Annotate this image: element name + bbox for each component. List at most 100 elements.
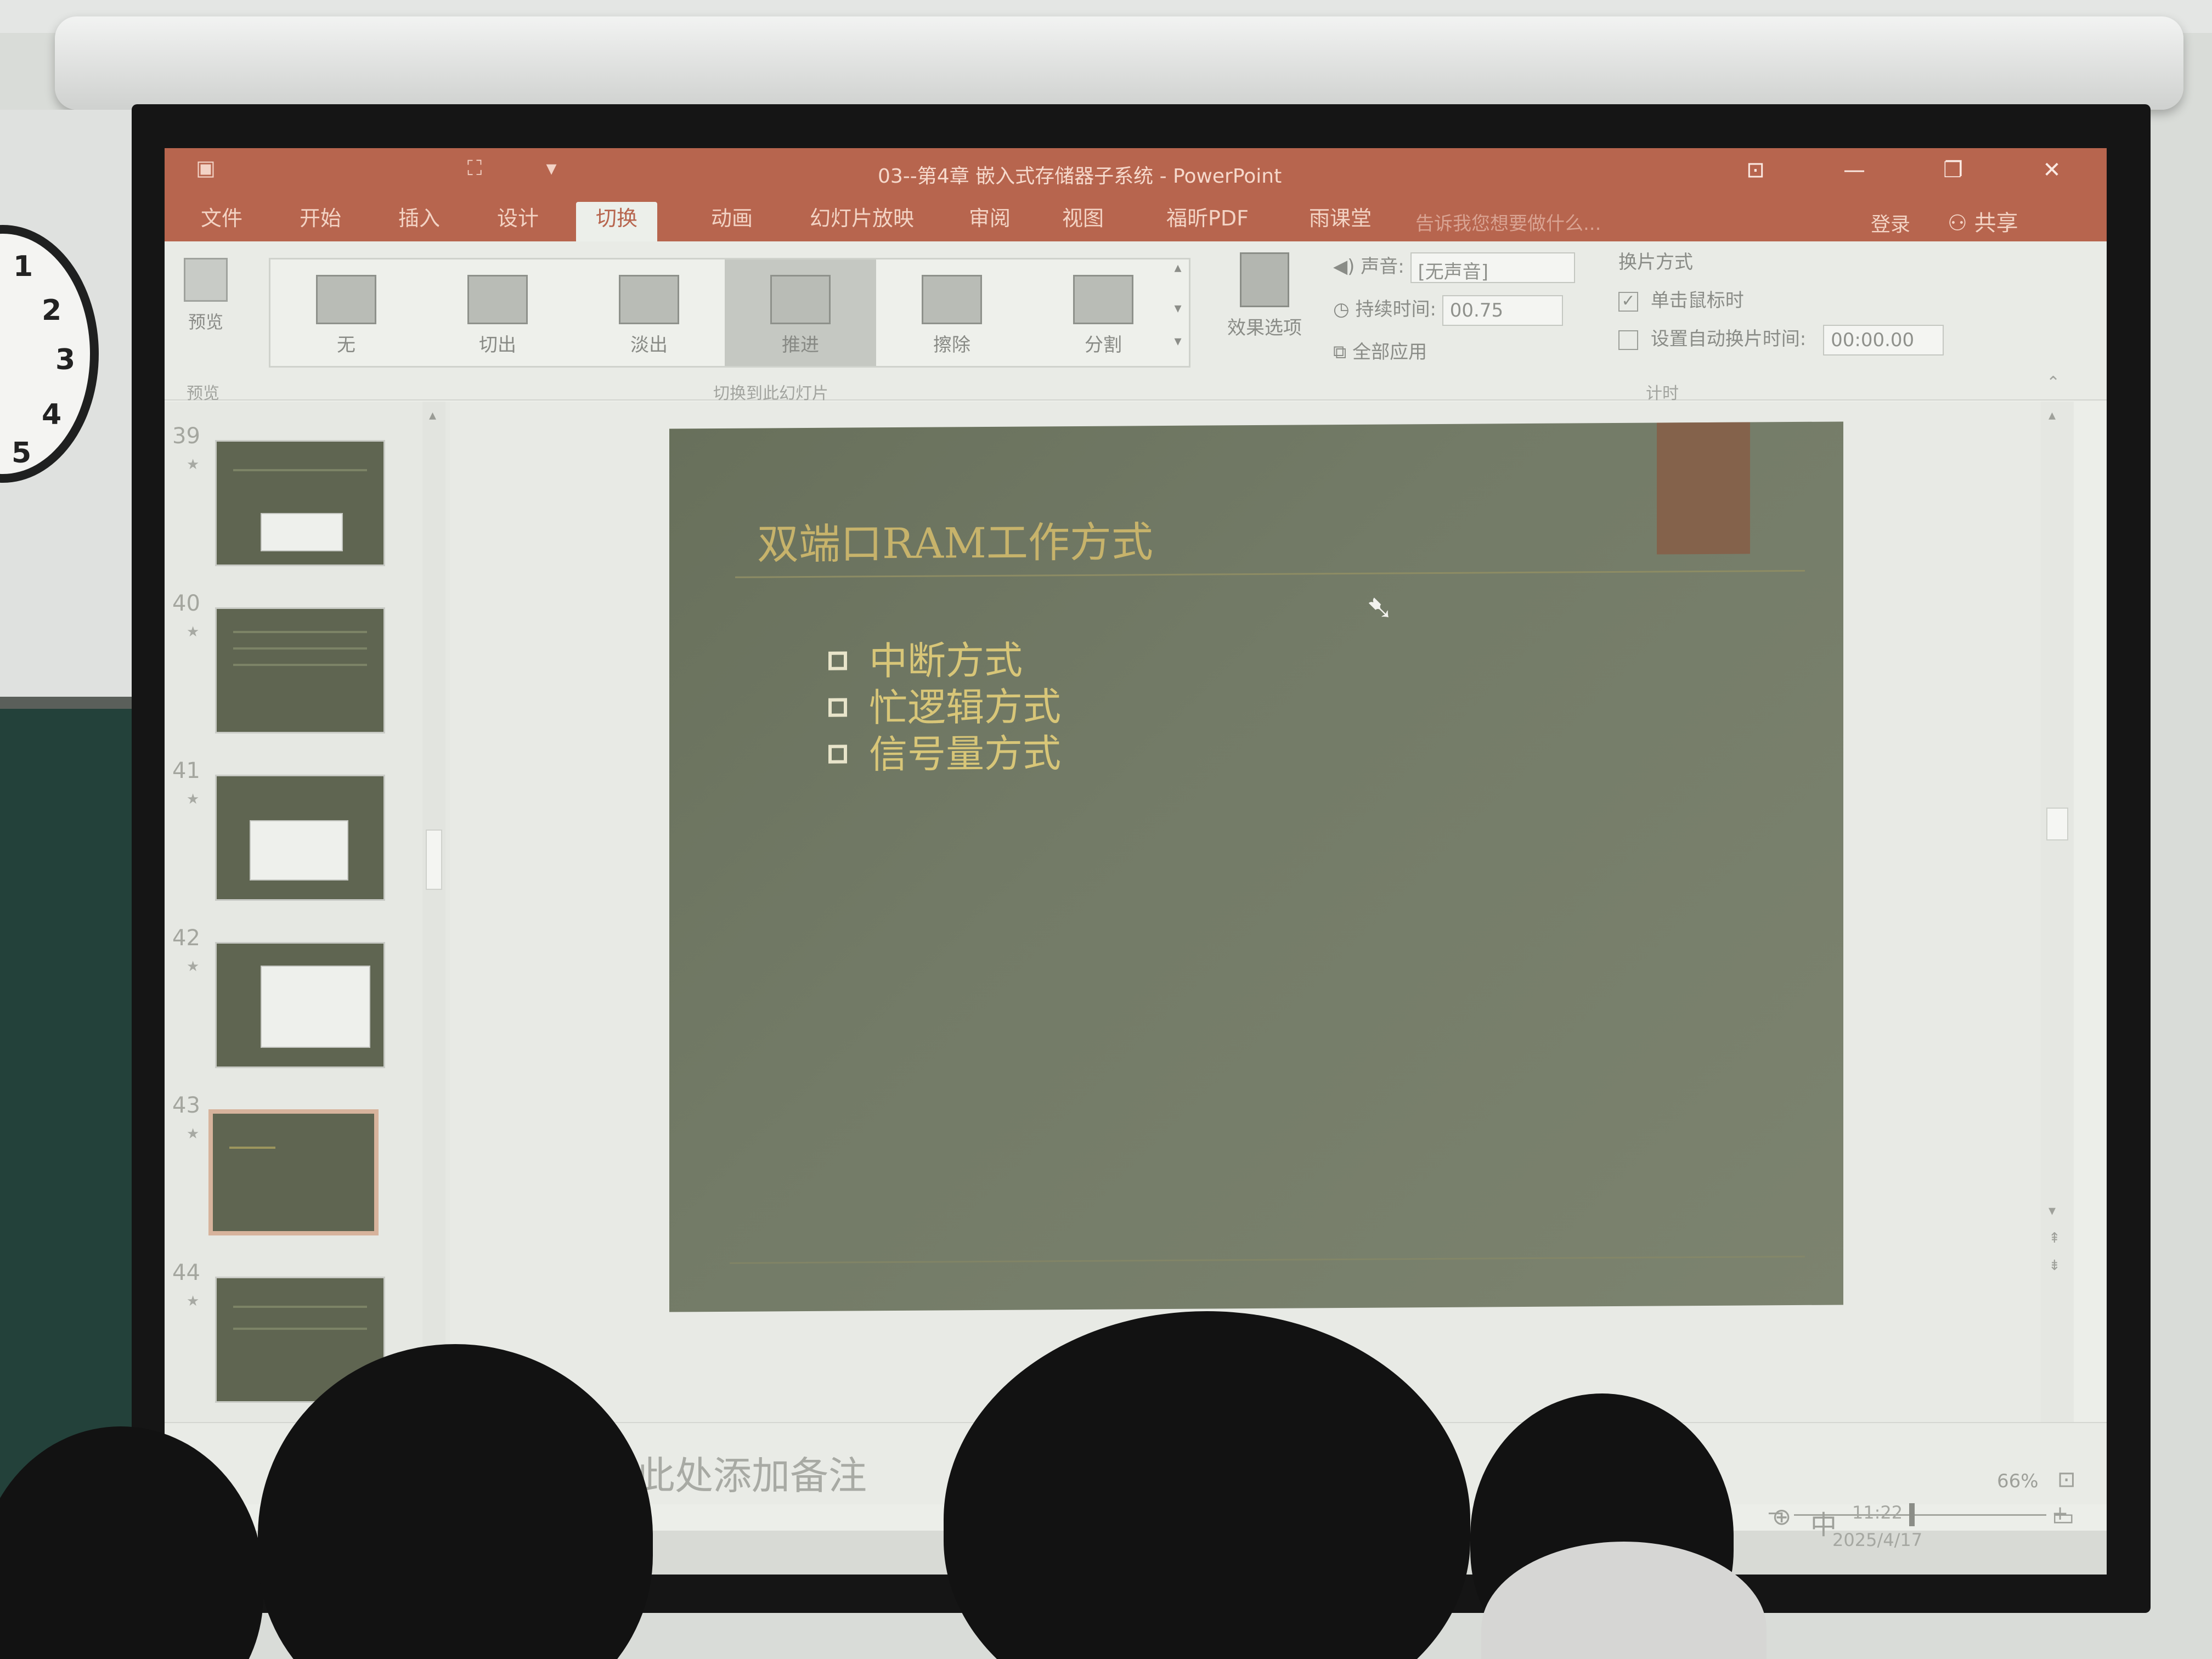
slide-thumbnail-current[interactable] [208,1109,379,1235]
next-slide-icon[interactable]: ⇟ [2049,1257,2061,1274]
chevron-down-icon[interactable]: ▾ [2049,1203,2056,1219]
close-button[interactable]: ✕ [2019,155,2085,185]
thumb-figure [261,513,343,551]
apply-all-button[interactable]: ⧉ 全部应用 [1333,337,1427,364]
duration-input[interactable]: 00.75 [1442,295,1563,326]
tab-file[interactable]: 文件 [181,202,262,241]
chevron-up-icon[interactable]: ▴ [429,407,436,424]
tell-me-search[interactable]: 告诉我您想要做什么... [1415,208,1601,235]
on-click-checkbox[interactable]: ✓ [1618,291,1638,312]
animation-star-icon: ★ [187,624,200,640]
square-bullet-icon [828,698,847,717]
transition-label: 擦除 [933,334,970,356]
tab-foxit-pdf[interactable]: 福昕PDF [1147,202,1268,241]
ribbon-display-icon[interactable]: ⊡ [1723,155,1788,185]
title-bar: ▣ ⛶ ▾ 03--第4章 嵌入式存储器子系统 - PowerPoint ⊡ —… [165,148,2107,192]
slide-thumbnail[interactable] [215,440,385,566]
sound-select[interactable]: [无声音] [1410,252,1575,283]
effect-options-button[interactable]: 效果选项 [1218,252,1311,340]
square-bullet-icon [828,744,847,764]
save-icon[interactable]: ▣ [192,156,219,183]
tab-transitions[interactable]: 切换 [576,202,658,241]
thumb-text-line [233,1328,367,1330]
on-click-row[interactable]: ✓ 单击鼠标时 [1618,285,1744,312]
projector-screen-case [55,16,2183,110]
slide-number: 39 [172,424,200,449]
transition-split[interactable]: 分割 [1028,259,1179,366]
current-slide[interactable]: 双端口RAM工作方式 中断方式 忙逻辑方式 信号量方式 ➷ [669,421,1843,1312]
transition-label: 分割 [1085,334,1122,356]
transition-wipe[interactable]: 擦除 [876,259,1028,366]
share-button[interactable]: ⚇ 共享 [1948,205,2018,237]
clock-number: 5 [12,437,32,470]
clock-number: 2 [42,294,62,327]
tab-rain-classroom[interactable]: 雨课堂 [1289,202,1391,241]
transition-none[interactable]: 无 [270,259,422,366]
slide-number: 40 [172,591,200,616]
bullet-item[interactable]: 信号量方式 [828,723,1061,780]
after-time-input[interactable]: 00:00.00 [1823,324,1944,356]
clock-number: 4 [42,398,62,431]
transition-split-icon [1073,275,1133,324]
tab-design[interactable]: 设计 [477,202,558,241]
slide-number: 42 [172,926,200,951]
ribbon-transitions: 预览 预览 无 切出 淡出 推进 擦除 分割 ▴ ▾ ▾ 切换到此幻灯片 效果选… [165,241,2107,403]
collapse-ribbon-icon[interactable]: ⌃ [2046,373,2060,392]
sign-in-link[interactable]: 登录 [1871,208,1910,237]
slide-decoration [1657,422,1750,555]
tab-insert[interactable]: 插入 [379,202,460,241]
chevron-up-icon[interactable]: ▴ [1167,259,1189,276]
animation-star-icon: ★ [187,456,200,473]
effect-options-label: 效果选项 [1227,317,1302,339]
transition-group-label: 切换到此幻灯片 [713,384,828,403]
square-bullet-icon [828,651,847,670]
taskbar-clock[interactable]: 11:22 2025/4/17 [1832,1499,1922,1554]
transition-label: 淡出 [630,334,668,356]
scroll-thumb[interactable] [2046,808,2068,840]
customize-qat-icon[interactable]: ▾ [538,156,565,183]
slide-title[interactable]: 双端口RAM工作方式 [757,508,1153,571]
tab-review[interactable]: 审阅 [949,202,1030,241]
slide-thumbnail[interactable] [215,775,385,901]
slide-number: 43 [172,1093,200,1118]
thumb-text-line [233,664,367,666]
thumbnails-scrollbar[interactable]: ▴ [422,402,445,1422]
start-from-beginning-icon[interactable]: ⛶ [461,156,488,183]
gallery-scroll[interactable]: ▴ ▾ ▾ [1167,259,1189,366]
advance-slide-label: 换片方式 [1618,251,1693,273]
notification-icon[interactable]: ▭ [2052,1503,2075,1531]
thumb-figure [250,820,348,881]
transition-fade[interactable]: 淡出 [573,259,725,366]
sound-row: ◀) 声音: [无声音] [1333,251,1575,283]
title-underline [735,569,1805,578]
gallery-more-icon[interactable]: ▾ [1167,333,1189,349]
tab-animations[interactable]: 动画 [691,202,772,241]
slide-thumbnails-pane: 39 ★ 40 ★ 41 ★ 42 ★ 43 ★ 44 ★ ▴ [165,402,450,1422]
preview-group-label: 预览 [187,384,219,403]
tab-view[interactable]: 视图 [1042,202,1124,241]
slide-thumbnail[interactable] [215,607,385,733]
preview-button[interactable]: 预览 [176,258,236,351]
tab-slideshow[interactable]: 幻灯片放映 [790,202,934,241]
minimize-button[interactable]: — [1821,155,1887,185]
transition-fade-icon [619,275,679,324]
sound-label: 声音: [1361,256,1404,278]
tab-home[interactable]: 开始 [280,202,361,241]
chevron-down-icon[interactable]: ▾ [1167,300,1189,317]
network-icon[interactable]: ⊕ [1772,1503,1791,1530]
transition-cut[interactable]: 切出 [422,259,573,366]
editor-scrollbar[interactable]: ▴ ▾ ⇞ ⇟ [2041,402,2074,1422]
fit-slide-icon[interactable]: ⊡ [2057,1467,2076,1492]
zoom-level[interactable]: 66% [1997,1470,2039,1492]
restore-button[interactable]: ❐ [1920,155,1986,185]
transition-push[interactable]: 推进 [725,259,876,366]
slide-thumbnail[interactable] [215,942,385,1068]
animation-star-icon: ★ [187,958,200,975]
animation-star-icon: ★ [187,1293,200,1310]
scroll-thumb[interactable] [426,830,442,890]
after-checkbox[interactable] [1618,330,1638,350]
taskbar-date: 2025/4/17 [1832,1530,1923,1550]
previous-slide-icon[interactable]: ⇞ [2049,1230,2061,1246]
chevron-up-icon[interactable]: ▴ [2049,407,2056,424]
thumb-text-line [233,469,367,471]
